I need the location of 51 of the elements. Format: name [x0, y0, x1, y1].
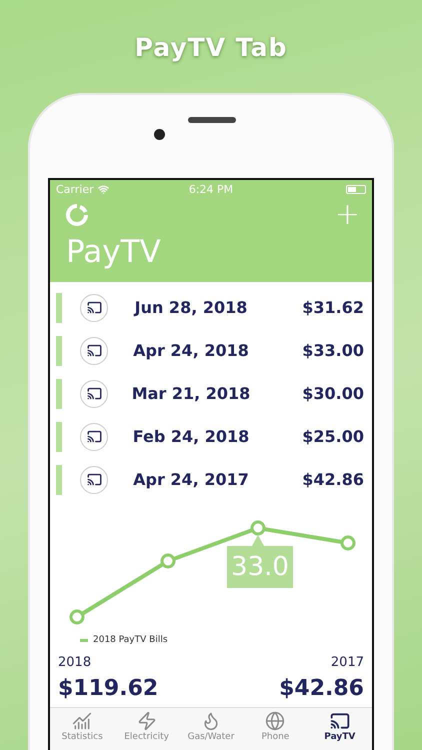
tv-cast-icon — [80, 336, 108, 364]
total-year: 2018 — [58, 654, 92, 672]
tab-item[interactable]: Statistics — [50, 708, 114, 750]
bill-date: Feb 24, 2018 — [132, 427, 250, 446]
tv-cast-icon — [80, 466, 108, 494]
status-time: 6:24 PM — [188, 182, 234, 196]
total-amount: $119.62 — [58, 675, 158, 703]
chart-point — [250, 520, 266, 536]
battery-icon — [346, 184, 366, 194]
row-accent-bar — [56, 464, 62, 494]
tab-item[interactable]: Phone — [243, 708, 308, 750]
bill-amount: $30.00 — [301, 384, 364, 403]
ring-logo-icon — [66, 204, 88, 226]
legend-swatch — [80, 638, 88, 642]
bill-date: Mar 21, 2018 — [130, 384, 252, 403]
camera-lens — [154, 129, 165, 140]
bill-date: Jun 28, 2018 — [132, 298, 248, 317]
row-accent-bar — [56, 378, 62, 408]
tv-cast-icon — [80, 422, 108, 450]
total-year: 2017 — [330, 654, 364, 672]
chart-point — [70, 610, 84, 624]
speaker-grille — [188, 117, 236, 123]
bill-amount: $42.86 — [301, 470, 364, 489]
tab-item[interactable]: Gas/Water — [178, 708, 244, 750]
total-amount: $42.86 — [279, 675, 364, 703]
tab-item[interactable]: PayTV — [308, 708, 372, 750]
add-button[interactable]: + — [334, 200, 360, 230]
wifi-icon — [98, 184, 109, 194]
tv-cast-icon — [80, 380, 108, 408]
bill-amount: $25.00 — [301, 427, 364, 446]
chart-point — [340, 536, 356, 550]
row-accent-bar — [56, 336, 62, 366]
caption-title: PayTV Tab — [134, 32, 288, 64]
tooltip-pointer — [252, 535, 264, 546]
page-title: PayTV — [65, 233, 162, 272]
tab-item[interactable]: Electricity — [114, 708, 179, 750]
chart-icon — [72, 711, 92, 731]
bill-date: Apr 24, 2017 — [132, 470, 250, 489]
bill-amount: $33.00 — [301, 341, 364, 360]
globe-icon — [265, 711, 286, 731]
chart-point — [160, 554, 176, 568]
tv-cast-icon — [80, 294, 108, 322]
legend-label: 2018 PayTV Bills — [93, 635, 168, 645]
bill-date: Apr 24, 2018 — [132, 341, 250, 360]
carrier-label: Carrier — [56, 182, 94, 196]
row-accent-bar — [56, 422, 62, 452]
bill-amount: $31.62 — [301, 298, 364, 317]
row-accent-bar — [56, 292, 62, 322]
value-tooltip: 33.0 — [227, 546, 293, 588]
lightning-icon — [136, 711, 157, 731]
tv-cast-icon — [330, 711, 350, 731]
